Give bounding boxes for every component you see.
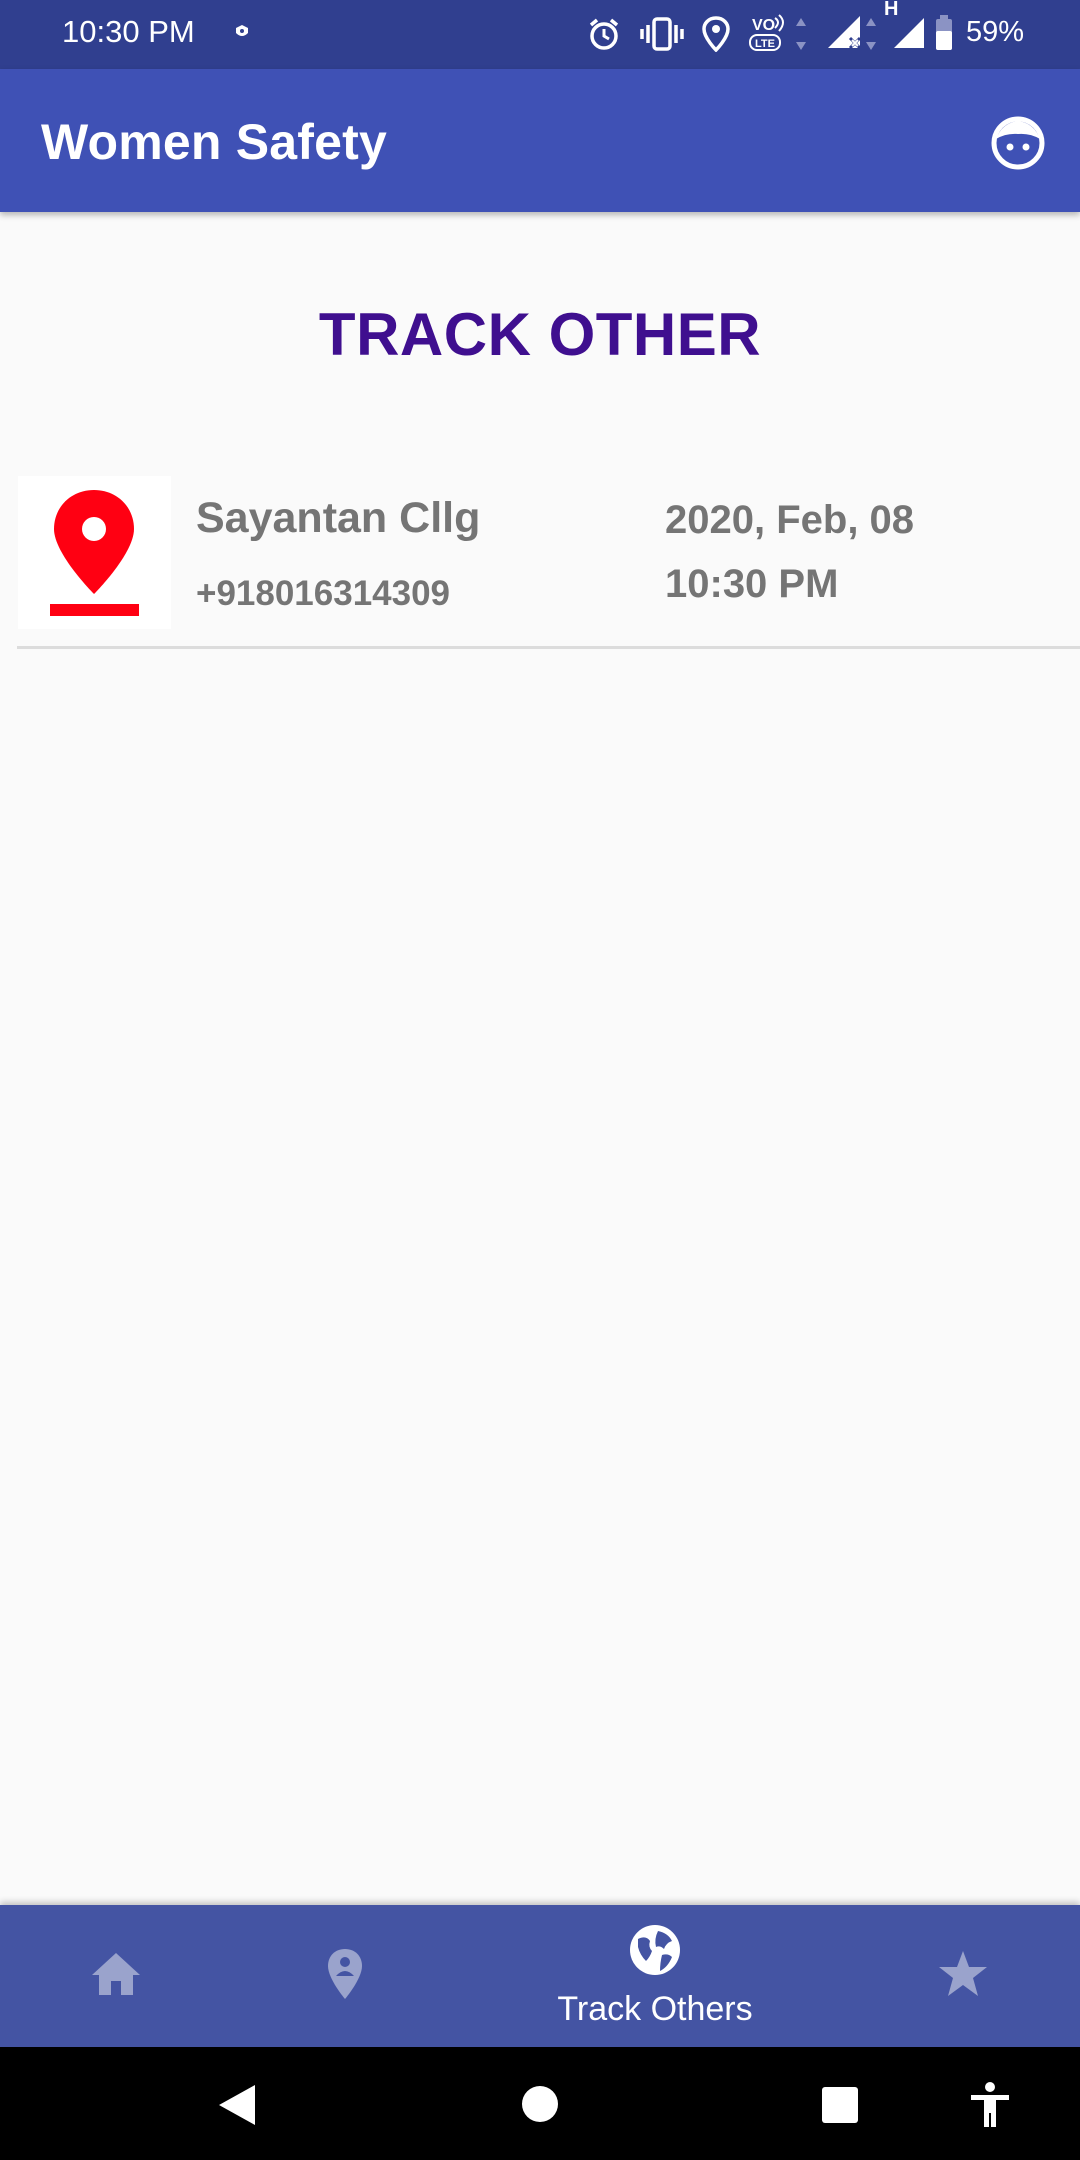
screen: 10:30 PM VO LTE H 59% Women Safety TRACK… — [0, 0, 1080, 2160]
vibrate-icon — [640, 17, 684, 51]
face-icon[interactable] — [990, 115, 1046, 171]
nav-item-track-others[interactable]: Track Others — [505, 1905, 805, 2047]
track-date: 2020, Feb, 08 — [665, 498, 915, 542]
page-heading: TRACK OTHER — [318, 301, 762, 368]
volte-icon: VO LTE — [749, 14, 784, 51]
svg-text:LTE: LTE — [755, 38, 775, 50]
alarm-icon — [589, 18, 619, 50]
signal-icon — [894, 18, 924, 48]
contact-phone: +918016314309 — [196, 574, 451, 613]
home-icon — [92, 1953, 140, 1995]
data-arrows-icon — [796, 18, 806, 50]
accessibility-icon[interactable] — [969, 2081, 1011, 2129]
nav-label-track-others: Track Others — [557, 1990, 753, 2028]
star-icon — [939, 1951, 987, 1996]
app-bar: Women Safety — [0, 69, 1080, 212]
vpn-key-icon — [236, 25, 248, 36]
track-time: 10:30 PM — [665, 562, 839, 606]
recents-icon[interactable] — [821, 2086, 859, 2124]
app-title: Women Safety — [41, 114, 388, 170]
system-navigation-bar — [0, 2047, 1080, 2160]
globe-icon — [630, 1925, 680, 1975]
thumbnail — [18, 476, 171, 629]
battery-icon — [936, 15, 952, 50]
battery-percent: 59% — [966, 16, 1025, 48]
home-circle-icon[interactable] — [521, 2085, 559, 2123]
signal-no-service-icon — [828, 16, 862, 50]
status-time: 10:30 PM — [62, 14, 195, 49]
person-pin-icon — [328, 1949, 362, 1999]
data-arrows-icon-2 — [866, 18, 876, 50]
back-icon[interactable] — [215, 2083, 257, 2127]
track-list-item[interactable]: Sayantan Cllg +918016314309 2020, Feb, 0… — [17, 474, 1080, 649]
status-bar: 10:30 PM VO LTE H 59% — [0, 0, 1080, 69]
contact-name: Sayantan Cllg — [196, 494, 481, 542]
nav-item-home[interactable] — [40, 1905, 190, 2047]
svg-text:VO: VO — [752, 17, 775, 34]
location-icon — [702, 16, 730, 52]
location-pin-icon — [50, 490, 139, 616]
nav-item-favorites[interactable] — [888, 1905, 1038, 2047]
nav-item-location[interactable] — [270, 1905, 420, 2047]
bottom-navigation: Track Others — [0, 1905, 1080, 2047]
